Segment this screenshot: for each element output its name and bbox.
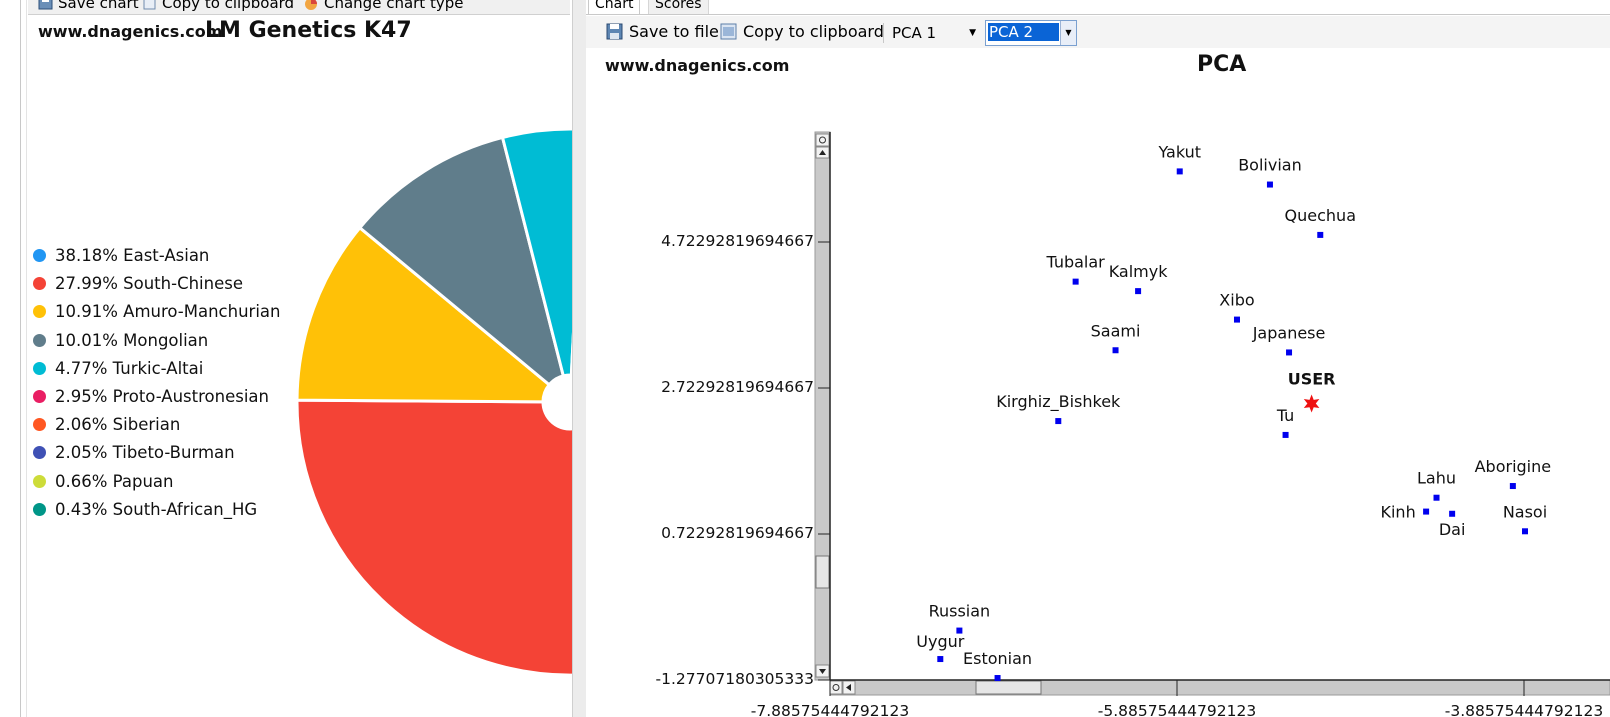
horizontal-scrollbar[interactable] <box>829 679 1610 696</box>
legend-item: 10.91% Amuro-Manchurian <box>33 302 280 321</box>
user-star-marker[interactable] <box>1303 394 1320 413</box>
point-label: Uygur <box>916 632 964 651</box>
legend-label: 2.05% Tibeto-Burman <box>55 443 235 463</box>
legend-item: 0.43% South-African_HG <box>33 500 257 519</box>
point-label: Saami <box>1091 321 1141 340</box>
data-point-xibo[interactable] <box>1233 316 1240 323</box>
point-label: Tubalar <box>1045 253 1105 272</box>
point-label: Dai <box>1439 520 1466 539</box>
user-label: USER <box>1288 370 1336 389</box>
data-point-nasoi[interactable] <box>1521 528 1528 535</box>
legend-label: 10.91% Amuro-Manchurian <box>55 302 281 322</box>
data-point-tu[interactable] <box>1282 431 1289 438</box>
point-label: Japanese <box>1252 323 1326 342</box>
point-label: Kalmyk <box>1109 262 1169 281</box>
point-label: Estonian <box>963 649 1032 668</box>
point-label: Kinh <box>1380 503 1415 522</box>
data-point-quechua[interactable] <box>1317 231 1324 238</box>
legend-swatch <box>33 333 46 347</box>
point-label: Kirghiz_Bishkek <box>996 392 1121 412</box>
data-point-bolivian[interactable] <box>1266 181 1273 188</box>
legend-swatch <box>33 277 46 291</box>
legend-label: 38.18% East-Asian <box>55 246 210 265</box>
point-label: Aborigine <box>1475 457 1552 476</box>
legend-item: 10.01% Mongolian <box>33 331 208 350</box>
pie-chart-pane: Save chart Copy to clipboard Change char… <box>0 0 572 717</box>
data-point-yakut[interactable] <box>1176 168 1183 175</box>
data-point-kinh[interactable] <box>1423 508 1430 515</box>
legend-label: 0.43% South-African_HG <box>55 499 258 519</box>
legend-item: 2.06% Siberian <box>33 415 180 434</box>
legend-swatch <box>33 249 46 262</box>
point-label: Yakut <box>1157 142 1201 161</box>
legend-swatch <box>33 361 46 375</box>
point-label: Xibo <box>1219 291 1254 310</box>
point-label: Nasoi <box>1503 502 1547 521</box>
scroll-zoom-button[interactable] <box>815 133 830 147</box>
scroll-zoom-button[interactable] <box>829 680 843 695</box>
data-point-estonian[interactable] <box>994 675 1001 682</box>
legend-label: 2.06% Siberian <box>55 415 181 435</box>
legend-swatch <box>33 502 46 516</box>
legend-swatch <box>33 390 46 403</box>
point-label: Bolivian <box>1238 156 1302 175</box>
legend-item: 0.66% Papuan <box>33 472 173 491</box>
legend-label: 27.99% South-Chinese <box>55 274 243 294</box>
data-point-dai[interactable] <box>1449 510 1456 517</box>
legend-item: 2.05% Tibeto-Burman <box>33 443 235 462</box>
vertical-scrollbar[interactable] <box>814 131 831 681</box>
vertical-scroll-thumb[interactable] <box>815 555 830 589</box>
legend-label: 2.95% Proto-Austronesian <box>55 387 269 406</box>
legend-label: 0.66% Papuan <box>55 471 174 491</box>
legend-item: 38.18% East-Asian <box>33 246 209 265</box>
legend-swatch <box>33 446 46 460</box>
legend-swatch <box>33 305 46 319</box>
data-point-japanese[interactable] <box>1286 349 1293 356</box>
legend-item: 2.95% Proto-Austronesian <box>33 387 269 406</box>
legend-swatch <box>33 418 46 432</box>
point-label: Tu <box>1276 406 1294 425</box>
data-point-tubalar[interactable] <box>1072 278 1079 285</box>
data-point-aborigine[interactable] <box>1509 483 1516 490</box>
point-label: Quechua <box>1285 206 1356 225</box>
legend-label: 4.77% Turkic-Altai <box>55 358 204 378</box>
point-label: Russian <box>929 602 991 621</box>
pie-slice-south-chinese <box>295 398 572 677</box>
legend-swatch <box>33 474 46 488</box>
legend-label: 10.01% Mongolian <box>55 330 209 350</box>
legend-item: 27.99% South-Chinese <box>33 274 243 293</box>
horizontal-scroll-thumb[interactable] <box>975 680 1042 695</box>
legend-item: 4.77% Turkic-Altai <box>33 359 203 378</box>
data-point-lahu[interactable] <box>1433 494 1440 501</box>
data-point-saami[interactable] <box>1112 347 1119 354</box>
pca-chart-pane: Chart Scores Save to file Copy to clipbo… <box>586 0 1610 717</box>
pca-scatter-plot: Yakut Bolivian Quechua Tubalar Kalmyk Xibo Saa… <box>814 131 1610 696</box>
data-point-kalmyk[interactable] <box>1135 288 1142 295</box>
data-point-uygur[interactable] <box>937 656 944 663</box>
data-point-kirghiz-bishkek[interactable] <box>1055 418 1062 425</box>
point-label: Lahu <box>1417 469 1456 488</box>
